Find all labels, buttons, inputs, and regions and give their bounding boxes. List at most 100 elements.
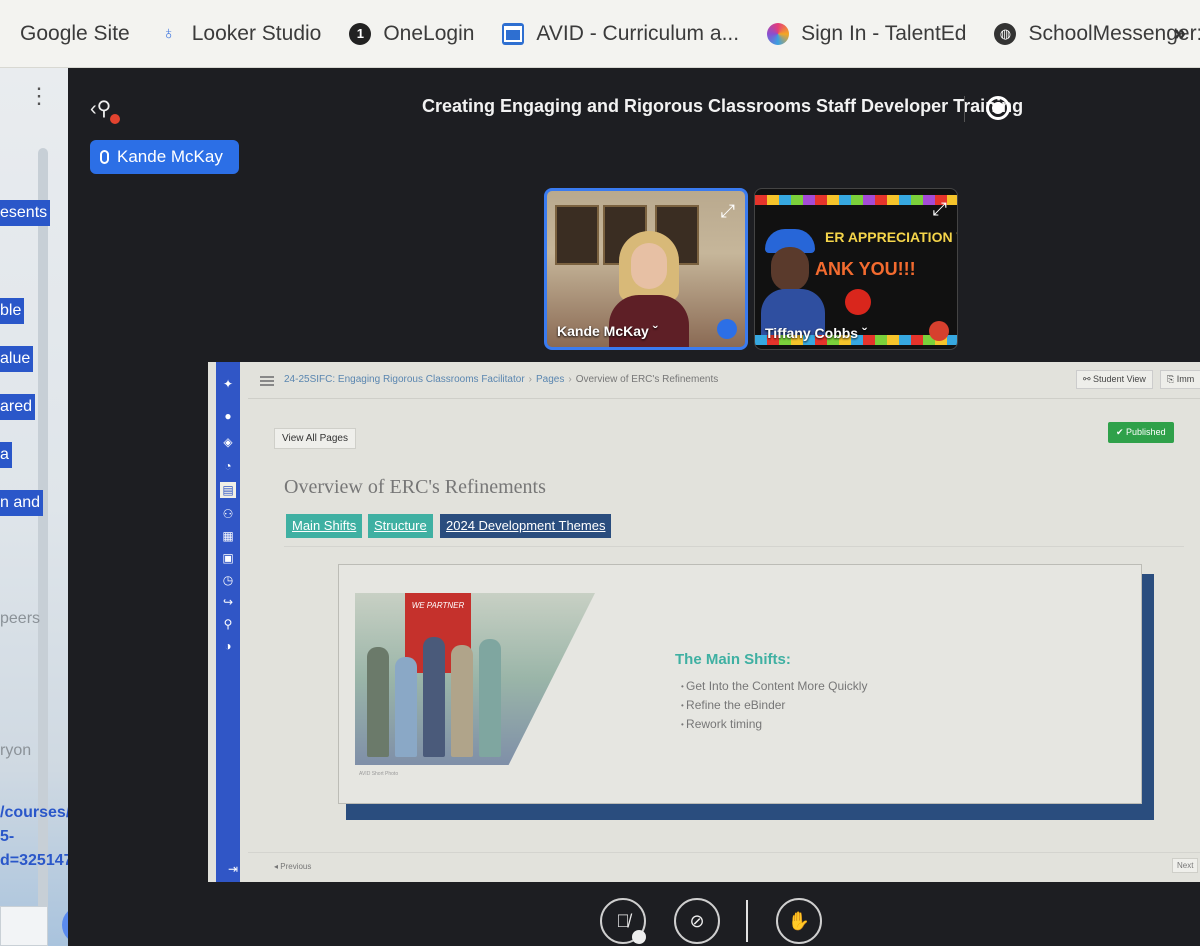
- breadcrumb: 24-25SIFC: Engaging Rigorous Classrooms …: [284, 374, 719, 385]
- expand-icon[interactable]: ⤢: [933, 199, 947, 220]
- active-speaker-name: Kande McKay: [117, 147, 223, 166]
- menu-icon[interactable]: [260, 376, 274, 386]
- student-view-icon: ⚯: [1083, 374, 1094, 384]
- bookmark-label: Sign In - TalentEd: [801, 21, 967, 45]
- divider: [746, 900, 748, 942]
- text-fragment: peers: [0, 610, 41, 627]
- courses-icon[interactable]: ▤: [220, 482, 236, 498]
- person-figure: [367, 647, 389, 757]
- dashboard-icon[interactable]: ◔: [220, 458, 236, 474]
- camera-off-icon: ⊘: [689, 910, 705, 931]
- more-bookmarks-icon[interactable]: »: [1174, 20, 1186, 46]
- url-fragment[interactable]: /courses/3: [0, 804, 68, 822]
- google-site-icon: ◐: [0, 23, 8, 45]
- collapse-nav-icon[interactable]: ⇥: [228, 862, 238, 876]
- avid-icon: [502, 22, 525, 45]
- divider: [248, 398, 1200, 399]
- breadcrumb-pages[interactable]: Pages: [536, 374, 564, 385]
- participant-name: Kande McKay ˇ: [557, 323, 658, 339]
- list-item: Get Into the Content More Quickly: [681, 679, 867, 693]
- active-speaker-chip: Kande McKay: [90, 140, 239, 174]
- check-icon: ✔: [1116, 427, 1127, 437]
- person-figure: [451, 645, 473, 757]
- bookmark-google-site[interactable]: ◐ Google Site: [0, 0, 130, 68]
- side-document-panel: ⋮ esents ble alue ared a n and peers ryo…: [0, 68, 68, 946]
- participant-video: [761, 229, 825, 339]
- immersive-reader-button[interactable]: ⎘ Imm: [1160, 370, 1200, 389]
- bookmark-schoolmessenger[interactable]: ◍ SchoolMessenger:: [994, 0, 1200, 68]
- tab-main-shifts[interactable]: Main Shifts: [286, 514, 363, 538]
- url-fragment[interactable]: 5-: [0, 828, 14, 846]
- highlighted-text: ble: [0, 298, 25, 324]
- microphone-icon: [100, 150, 109, 164]
- search-icon[interactable]: ⚲: [220, 616, 236, 632]
- list-item: Refine the eBinder: [681, 698, 785, 712]
- group-photo: WE PARTNER: [355, 593, 595, 765]
- bookmark-onelogin[interactable]: 1 OneLogin: [349, 0, 474, 68]
- video-tile-kande[interactable]: ⤢ Kande McKay ˇ: [544, 188, 748, 350]
- globe-icon: ◍: [994, 22, 1017, 45]
- groups-icon[interactable]: ⚇: [220, 506, 236, 522]
- video-tile-tiffany[interactable]: ER APPRECIATION WEEK ANK YOU!!! ⤢ Tiffan…: [754, 188, 958, 350]
- photo-caption: AVID Short Photo: [359, 771, 399, 777]
- history-icon[interactable]: ◷: [220, 572, 236, 588]
- status-dot: [632, 930, 646, 944]
- admin-icon[interactable]: ◈: [220, 434, 236, 450]
- bookmark-label: Looker Studio: [191, 21, 322, 45]
- recording-icon[interactable]: [986, 96, 1010, 120]
- meeting-title: Creating Engaging and Rigorous Classroom…: [422, 96, 1024, 116]
- student-view-button[interactable]: ⚯ Student View: [1076, 370, 1153, 389]
- divider: [964, 96, 965, 122]
- immersive-reader-icon: ⎘: [1167, 374, 1177, 384]
- decorative-banner: [755, 195, 957, 205]
- commons-icon[interactable]: ↪: [220, 594, 236, 610]
- breadcrumb-course[interactable]: 24-25SIFC: Engaging Rigorous Classrooms …: [284, 374, 525, 385]
- mute-button[interactable]: 🎙̸: [600, 898, 646, 944]
- raise-hand-button[interactable]: ✋: [776, 898, 822, 944]
- inbox-icon[interactable]: ▣: [220, 550, 236, 566]
- bookmark-label: OneLogin: [383, 21, 475, 45]
- microphone-icon: [717, 319, 737, 339]
- view-all-pages-button[interactable]: View All Pages: [274, 428, 356, 449]
- highlighted-text: ared: [0, 394, 36, 420]
- list-item: Rework timing: [681, 717, 762, 731]
- published-button[interactable]: ✔ Published: [1108, 422, 1174, 443]
- text-fragment: ryon: [0, 742, 32, 759]
- calendar-icon[interactable]: ▦: [220, 528, 236, 544]
- scrollbar[interactable]: [38, 148, 48, 946]
- previous-button[interactable]: ◂ Previous: [274, 862, 311, 871]
- onelogin-icon: 1: [349, 22, 372, 45]
- notification-dot: [110, 114, 120, 124]
- slide-heading: The Main Shifts:: [675, 651, 791, 668]
- url-fragment[interactable]: d=3251478: [0, 852, 68, 870]
- avid-logo-icon[interactable]: ✦: [220, 376, 236, 392]
- bookmark-avid[interactable]: AVID - Curriculum a...: [502, 0, 739, 68]
- divider: [284, 546, 1184, 547]
- looker-studio-icon: ♁: [162, 23, 176, 43]
- tab-2024-development-themes[interactable]: 2024 Development Themes: [440, 514, 612, 538]
- account-icon[interactable]: ●: [220, 408, 236, 424]
- bookmark-label: Google Site: [20, 21, 130, 45]
- participants-icon[interactable]: ‹⚲: [90, 96, 120, 124]
- bookmark-talented[interactable]: Sign In - TalentEd: [767, 0, 966, 68]
- microphone-off-icon: 🎙̸: [616, 910, 630, 931]
- canvas-global-nav: ✦ ● ◈ ◔ ▤ ⚇ ▦ ▣ ◷ ↪ ⚲ ◑ ⇥: [216, 362, 240, 882]
- person-figure: [423, 637, 445, 757]
- bookmark-label: AVID - Curriculum a...: [536, 21, 740, 45]
- message-input[interactable]: [0, 906, 48, 946]
- page-title: Overview of ERC's Refinements: [284, 476, 546, 498]
- bookmark-looker-studio[interactable]: ♁ Looker Studio: [158, 0, 322, 68]
- more-options-icon[interactable]: ⋮: [28, 85, 50, 107]
- slide-panel: WE PARTNER AVID Short Photo The Main Shi…: [338, 564, 1142, 804]
- highlighted-text: alue: [0, 346, 34, 372]
- tab-structure[interactable]: Structure: [368, 514, 433, 538]
- next-button[interactable]: Next: [1172, 858, 1199, 873]
- expand-icon[interactable]: ⤢: [721, 201, 735, 222]
- help-icon[interactable]: ◑: [220, 638, 236, 654]
- bookmarks-bar: ◐ Google Site ♁ Looker Studio 1 OneLogin…: [0, 0, 1200, 68]
- apple-graphic: [845, 289, 871, 315]
- person-figure: [395, 657, 417, 757]
- background-text: ER APPRECIATION WEEK: [825, 229, 957, 245]
- camera-button[interactable]: ⊘: [674, 898, 720, 944]
- hand-icon: ✋: [787, 910, 811, 931]
